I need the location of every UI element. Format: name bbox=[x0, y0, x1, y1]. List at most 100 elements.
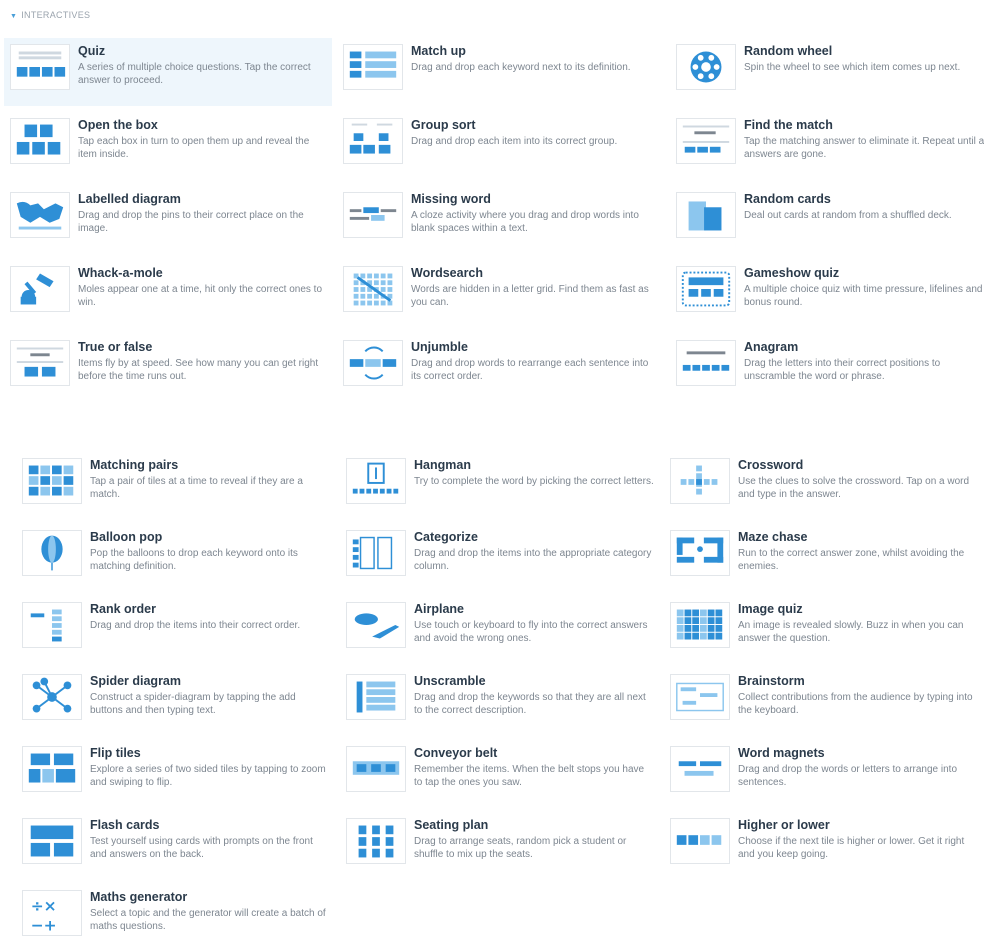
template-maze-chase[interactable]: Maze chase Run to the correct answer zone… bbox=[664, 524, 984, 590]
template-spider-diagram[interactable]: Spider diagram Construct a spider-diagram… bbox=[16, 668, 336, 734]
template-title: Labelled diagram bbox=[78, 192, 181, 206]
template-maths-generator[interactable]: ÷× −+ Maths generator Select a topic and th… bbox=[16, 884, 336, 950]
template-wordsearch[interactable]: Wordsearch Words are hidden in a letter g… bbox=[337, 260, 665, 328]
template-true-or-false[interactable]: True or false Items fly by at speed. See … bbox=[4, 334, 332, 402]
template-flash-cards[interactable]: Flash cards Test yourself using cards wit… bbox=[16, 812, 336, 878]
template-balloon-pop[interactable]: Balloon pop Pop the balloons to drop each… bbox=[16, 524, 336, 590]
template-title: Spider diagram bbox=[90, 674, 181, 688]
template-description: Tap each box in turn to open them up and… bbox=[78, 136, 310, 160]
template-description: Test yourself using cards with prompts o… bbox=[90, 836, 313, 860]
template-missing-word[interactable]: Missing word A cloze activity where you d… bbox=[337, 186, 665, 254]
image-quiz-icon bbox=[670, 602, 730, 648]
template-labelled-diagram[interactable]: Labelled diagram Drag and drop the pins t… bbox=[4, 186, 332, 254]
template-matching-pairs[interactable]: Matching pairs Tap a pair of tiles at a t… bbox=[16, 452, 336, 518]
template-seating-plan[interactable]: Seating plan Drag to arrange seats, rando… bbox=[340, 812, 660, 878]
template-word-magnets[interactable]: Word magnets Drag and drop the words or l… bbox=[664, 740, 984, 806]
template-text: Find the match Tap the matching answer to… bbox=[744, 118, 984, 161]
template-text: Whack-a-mole Moles appear one at a time, … bbox=[78, 266, 326, 309]
categorize-icon bbox=[346, 530, 406, 576]
template-description: Drag and drop the pins to their correct … bbox=[78, 210, 304, 234]
airplane-icon bbox=[346, 602, 406, 648]
svg-text:÷×: ÷× bbox=[31, 897, 57, 915]
conveyor-belt-icon bbox=[346, 746, 406, 792]
template-text: Random cards Deal out cards at random fro… bbox=[744, 192, 984, 222]
template-title: Rank order bbox=[90, 602, 156, 616]
template-text: Airplane Use touch or keyboard to fly int… bbox=[414, 602, 654, 645]
template-unjumble[interactable]: Unjumble Drag and drop words to rearrange… bbox=[337, 334, 665, 402]
template-anagram[interactable]: Anagram Drag the letters into their corre… bbox=[670, 334, 984, 402]
random-wheel-icon bbox=[676, 44, 736, 90]
template-title: Hangman bbox=[414, 458, 471, 472]
template-text: Categorize Drag and drop the items into t… bbox=[414, 530, 654, 573]
template-text: Hangman Try to complete the word by picki… bbox=[414, 458, 654, 488]
maths-generator-icon: ÷× −+ bbox=[22, 890, 82, 936]
template-text: Balloon pop Pop the balloons to drop each… bbox=[90, 530, 330, 573]
template-description: Drag and drop each keyword next to its d… bbox=[411, 62, 631, 73]
template-title: Matching pairs bbox=[90, 458, 179, 472]
template-random-cards[interactable]: Random cards Deal out cards at random fro… bbox=[670, 186, 984, 254]
template-text: Flip tiles Explore a series of two sided … bbox=[90, 746, 330, 789]
template-title: Group sort bbox=[411, 118, 476, 132]
template-title: Higher or lower bbox=[738, 818, 830, 832]
template-text: Crossword Use the clues to solve the cros… bbox=[738, 458, 978, 501]
template-rank-order[interactable]: Rank order Drag and drop the items into t… bbox=[16, 596, 336, 662]
template-description: A multiple choice quiz with time pressur… bbox=[744, 284, 984, 308]
template-title: Wordsearch bbox=[411, 266, 484, 280]
template-text: True or false Items fly by at speed. See … bbox=[78, 340, 326, 383]
template-description: Drag and drop the keywords so that they … bbox=[414, 692, 646, 716]
word-magnets-icon bbox=[670, 746, 730, 792]
template-description: Drag and drop the items into their corre… bbox=[90, 620, 301, 631]
template-description: Select a topic and the generator will cr… bbox=[90, 908, 326, 932]
flip-tiles-icon bbox=[22, 746, 82, 792]
template-image-quiz[interactable]: Image quiz An image is revealed slowly. B… bbox=[664, 596, 984, 662]
template-crossword[interactable]: Crossword Use the clues to solve the cros… bbox=[664, 452, 984, 518]
template-conveyor-belt[interactable]: Conveyor belt Remember the items. When th… bbox=[340, 740, 660, 806]
template-title: Seating plan bbox=[414, 818, 489, 832]
template-description: Deal out cards at random from a shuffled… bbox=[744, 210, 952, 221]
template-match-up[interactable]: Match up Drag and drop each keyword next … bbox=[337, 38, 665, 106]
template-description: An image is revealed slowly. Buzz in whe… bbox=[738, 620, 964, 644]
template-text: Higher or lower Choose if the next tile i… bbox=[738, 818, 978, 861]
brainstorm-icon bbox=[670, 674, 730, 720]
template-description: Use touch or keyboard to fly into the co… bbox=[414, 620, 648, 644]
template-title: Balloon pop bbox=[90, 530, 163, 544]
template-text: Maths generator Select a topic and the ge… bbox=[90, 890, 330, 933]
template-higher-or-lower[interactable]: Higher or lower Choose if the next tile i… bbox=[664, 812, 984, 878]
template-find-the-match[interactable]: Find the match Tap the matching answer to… bbox=[670, 112, 984, 180]
template-text: Matching pairs Tap a pair of tiles at a t… bbox=[90, 458, 330, 501]
template-group-sort[interactable]: Group sort Drag and drop each item into i… bbox=[337, 112, 665, 180]
template-brainstorm[interactable]: Brainstorm Collect contributions from the… bbox=[664, 668, 984, 734]
caret-down-icon: ▼ bbox=[10, 13, 18, 20]
anagram-icon bbox=[676, 340, 736, 386]
template-categorize[interactable]: Categorize Drag and drop the items into t… bbox=[340, 524, 660, 590]
template-hangman[interactable]: Hangman Try to complete the word by picki… bbox=[340, 452, 660, 518]
template-title: Word magnets bbox=[738, 746, 825, 760]
template-open-the-box[interactable]: Open the box Tap each box in turn to open… bbox=[4, 112, 332, 180]
unjumble-icon bbox=[343, 340, 403, 386]
section-header[interactable]: ▼ INTERACTIVES bbox=[10, 10, 90, 20]
matching-pairs-icon bbox=[22, 458, 82, 504]
template-random-wheel[interactable]: Random wheel Spin the wheel to see which … bbox=[670, 38, 984, 106]
template-text: Quiz A series of multiple choice question… bbox=[78, 44, 326, 87]
template-description: Explore a series of two sided tiles by t… bbox=[90, 764, 326, 788]
template-whack-a-mole[interactable]: Whack-a-mole Moles appear one at a time, … bbox=[4, 260, 332, 328]
template-title: Crossword bbox=[738, 458, 804, 472]
template-quiz[interactable]: Quiz A series of multiple choice question… bbox=[4, 38, 332, 106]
svg-text:−+: −+ bbox=[31, 916, 57, 934]
match-up-icon bbox=[343, 44, 403, 90]
template-description: A cloze activity where you drag and drop… bbox=[411, 210, 639, 234]
template-description: Remember the items. When the belt stops … bbox=[414, 764, 645, 788]
template-description: Drag to arrange seats, random pick a stu… bbox=[414, 836, 627, 860]
template-description: Drag and drop the words or letters to ar… bbox=[738, 764, 958, 788]
template-title: Flip tiles bbox=[90, 746, 141, 760]
template-flip-tiles[interactable]: Flip tiles Explore a series of two sided … bbox=[16, 740, 336, 806]
crossword-icon bbox=[670, 458, 730, 504]
template-title: Random cards bbox=[744, 192, 831, 206]
template-text: Labelled diagram Drag and drop the pins t… bbox=[78, 192, 326, 235]
find-the-match-icon bbox=[676, 118, 736, 164]
template-gameshow-quiz[interactable]: Gameshow quiz A multiple choice quiz with… bbox=[670, 260, 984, 328]
template-airplane[interactable]: Airplane Use touch or keyboard to fly int… bbox=[340, 596, 660, 662]
template-title: Maze chase bbox=[738, 530, 808, 544]
template-unscramble[interactable]: Unscramble Drag and drop the keywords so … bbox=[340, 668, 660, 734]
true-or-false-icon bbox=[10, 340, 70, 386]
